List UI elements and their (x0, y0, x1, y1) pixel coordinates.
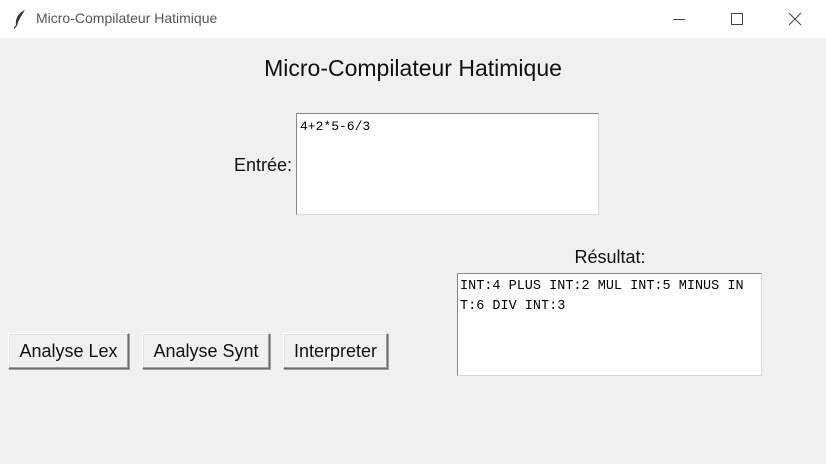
expression-input[interactable]: 4+2*5-6/3 (296, 113, 599, 215)
close-button[interactable] (766, 0, 824, 38)
syntax-analysis-button[interactable]: Analyse Synt (142, 333, 270, 369)
close-icon (788, 12, 802, 26)
maximize-button[interactable] (708, 0, 766, 38)
maximize-icon (731, 13, 743, 25)
window-title: Micro-Compilateur Hatimique (36, 10, 218, 26)
minimize-button[interactable] (650, 0, 708, 38)
minimize-icon (673, 19, 685, 20)
result-output[interactable]: INT:4 PLUS INT:2 MUL INT:5 MINUS INT:6 D… (457, 273, 762, 376)
input-label: Entrée: (233, 155, 292, 175)
interpret-button[interactable]: Interpreter (283, 333, 388, 369)
result-label: Résultat: (574, 247, 646, 267)
page-title: Micro-Compilateur Hatimique (264, 55, 562, 81)
feather-icon (12, 9, 28, 29)
lexical-analysis-button[interactable]: Analyse Lex (8, 333, 129, 369)
title-bar[interactable]: Micro-Compilateur Hatimique (0, 0, 826, 38)
app-window: Micro-Compilateur Hatimique Micro-Compil… (0, 0, 826, 464)
